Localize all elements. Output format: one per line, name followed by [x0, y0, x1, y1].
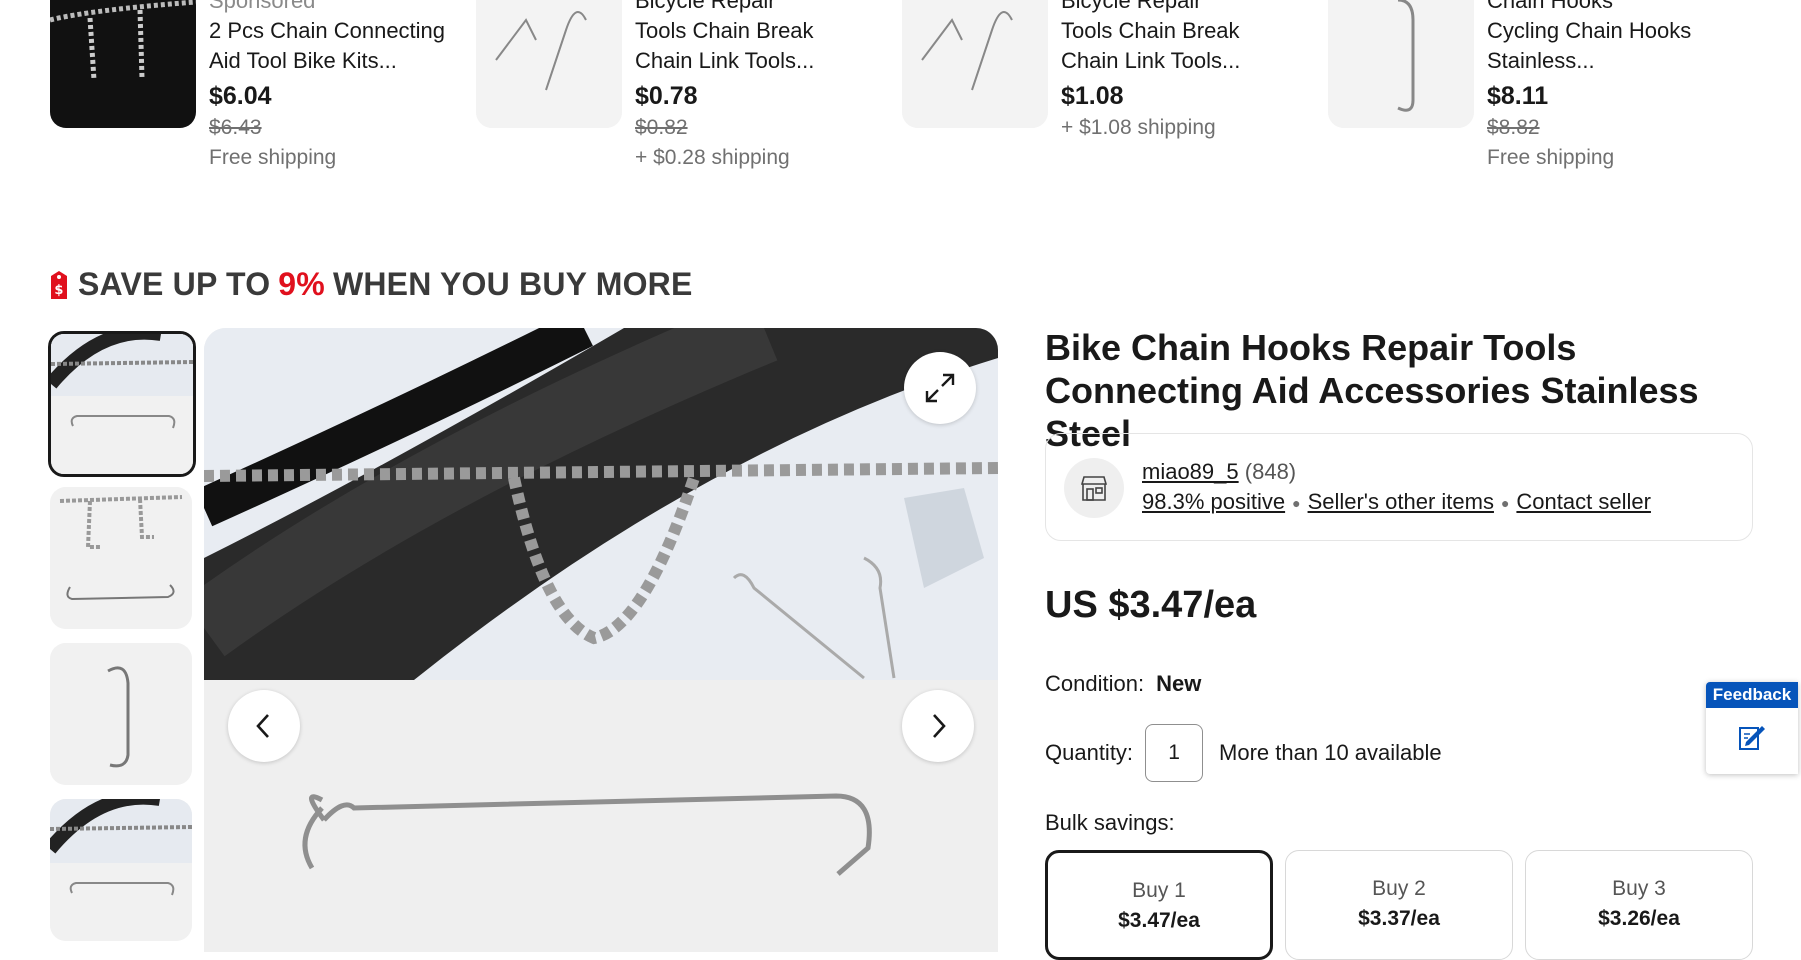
item-old-price: $8.82: [1487, 116, 1540, 139]
svg-text:$: $: [54, 283, 63, 298]
product-thumbnail[interactable]: [902, 0, 1048, 128]
seller-positive-link[interactable]: 98.3% positive: [1142, 489, 1285, 514]
contact-seller-link[interactable]: Contact seller: [1516, 489, 1651, 514]
next-image-button[interactable]: [902, 690, 974, 762]
item-title[interactable]: Tools Chain Break Chain Link Tools...: [1061, 16, 1301, 76]
item-old-price: $6.43: [209, 116, 262, 139]
bulk-option-price: $3.26/ea: [1598, 907, 1680, 930]
bulk-option-price: $3.37/ea: [1358, 907, 1440, 930]
condition-label: Condition:: [1045, 671, 1145, 696]
banner-pre: SAVE UP TO: [78, 266, 271, 302]
item-old-price: $0.82: [635, 116, 688, 139]
item-title[interactable]: Tools Chain Break Chain Link Tools...: [635, 16, 875, 76]
feedback-edit-icon: [1739, 726, 1765, 750]
previous-image-button[interactable]: [228, 690, 300, 762]
bulk-option-buy-2[interactable]: Buy 2 $3.37/ea: [1285, 850, 1513, 960]
item-title-top[interactable]: Bicycle Repair: [635, 0, 875, 16]
feedback-label: Feedback: [1706, 682, 1798, 708]
item-title-top[interactable]: Chain Hooks: [1487, 0, 1727, 16]
quantity-label: Quantity:: [1045, 740, 1134, 765]
seller-feedback-count: (848): [1244, 459, 1297, 484]
bulk-option-label: Buy 2: [1372, 877, 1426, 900]
expand-button[interactable]: [904, 352, 976, 424]
item-label: Sponsored: [209, 0, 316, 13]
availability-text: More than 10 available: [1219, 740, 1442, 765]
item-title[interactable]: Cycling Chain Hooks Stainless...: [1487, 16, 1727, 76]
seller-card: miao89_5 (848) 98.3% positive ● Seller's o…: [1045, 433, 1753, 541]
chevron-right-icon: [933, 714, 946, 738]
seller-avatar[interactable]: [1064, 458, 1124, 518]
separator-dot: ●: [1500, 495, 1510, 512]
item-price: $0.78: [635, 82, 698, 110]
carousel-item[interactable]: Chain Hooks Cycling Chain Hooks Stainles…: [1328, 0, 1728, 210]
carousel-item[interactable]: Bicycle Repair Tools Chain Break Chain L…: [476, 0, 876, 210]
product-thumbnail[interactable]: [1328, 0, 1474, 128]
product-price: US $3.47/ea: [1045, 584, 1257, 626]
item-shipping: Free shipping: [209, 146, 337, 169]
thumbnail-4[interactable]: [50, 799, 192, 941]
item-price: $1.08: [1061, 82, 1124, 110]
bulk-option-buy-1[interactable]: Buy 1 $3.47/ea: [1045, 850, 1273, 960]
main-product-image[interactable]: [204, 328, 998, 952]
item-shipping: + $1.08 shipping: [1061, 116, 1216, 139]
bulk-option-buy-3[interactable]: Buy 3 $3.26/ea: [1525, 850, 1753, 960]
bulk-option-label: Buy 3: [1612, 877, 1666, 900]
seller-other-items-link[interactable]: Seller's other items: [1308, 489, 1494, 514]
banner-percent: 9%: [278, 266, 325, 302]
carousel-item[interactable]: Sponsored 2 Pcs Chain Connecting Aid Too…: [50, 0, 450, 210]
item-shipping: + $0.28 shipping: [635, 146, 790, 169]
banner-post: WHEN YOU BUY MORE: [332, 266, 693, 302]
item-shipping: Free shipping: [1487, 146, 1615, 169]
price-tag-icon: $: [51, 270, 67, 299]
item-price: $6.04: [209, 82, 272, 110]
bulk-save-banner: $ SAVE UP TO 9% WHEN YOU BUY MORE: [48, 266, 693, 303]
thumbnail-1[interactable]: [48, 331, 196, 477]
chevron-left-icon: [256, 714, 269, 738]
item-title-top[interactable]: Bicycle Repair: [1061, 0, 1301, 16]
thumbnail-3[interactable]: [50, 643, 192, 785]
seller-name-link[interactable]: miao89_5: [1142, 459, 1239, 484]
carousel-item[interactable]: Bicycle Repair Tools Chain Break Chain L…: [902, 0, 1302, 210]
separator-dot: ●: [1292, 495, 1301, 512]
item-title[interactable]: 2 Pcs Chain Connecting Aid Tool Bike Kit…: [209, 16, 449, 76]
store-icon: [1080, 476, 1108, 501]
product-thumbnail[interactable]: [476, 0, 622, 128]
product-thumbnail[interactable]: [50, 0, 196, 128]
condition-value: New: [1156, 671, 1202, 696]
feedback-button[interactable]: Feedback: [1706, 682, 1798, 774]
thumbnail-2[interactable]: [50, 487, 192, 629]
bulk-option-price: $3.47/ea: [1118, 909, 1200, 932]
bulk-savings-label: Bulk savings:: [1045, 810, 1175, 835]
quantity-input[interactable]: 1: [1145, 724, 1204, 782]
item-price: $8.11: [1487, 82, 1549, 110]
quantity-row: Quantity: 1 More than 10 available: [1045, 724, 1442, 782]
condition-row: Condition: New: [1045, 671, 1201, 697]
expand-icon: [925, 373, 955, 403]
bulk-option-label: Buy 1: [1132, 879, 1186, 902]
